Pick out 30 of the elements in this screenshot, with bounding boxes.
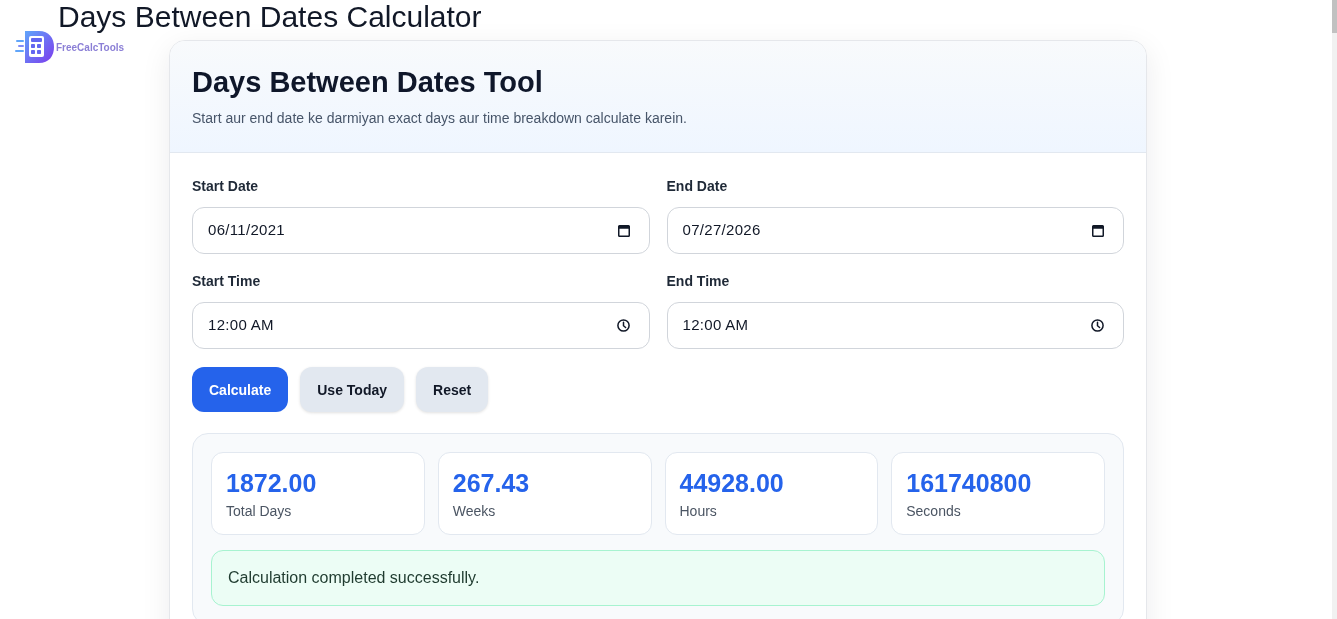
date-field[interactable]: 07/27/2026 bbox=[666, 207, 1124, 254]
stat-value: 267.43 bbox=[452, 468, 531, 498]
clock-icon[interactable] bbox=[616, 319, 630, 332]
secondary-button[interactable]: Use Today bbox=[300, 367, 404, 412]
stat-value: 44928.00 bbox=[679, 468, 785, 498]
field-label: End Time bbox=[666, 272, 731, 291]
stat-label: Total Days bbox=[226, 502, 293, 521]
success-message: Calculation completed successfully. bbox=[211, 550, 1105, 606]
calculator-logo-icon[interactable] bbox=[15, 30, 55, 64]
stat-label: Weeks bbox=[452, 502, 497, 521]
card-title: Days Between Dates Tool bbox=[192, 65, 544, 99]
calculate-button[interactable]: Calculate bbox=[192, 367, 289, 412]
card-subtitle: Start aur end date ke darmiyan exact days aur time breakdown calculate karein. bbox=[192, 109, 688, 128]
clock-icon[interactable] bbox=[1091, 319, 1104, 332]
scrollbar-track[interactable] bbox=[1332, 0, 1337, 619]
field-label: End Date bbox=[666, 177, 729, 196]
stat-value: 161740800 bbox=[906, 468, 1033, 498]
secondary-button[interactable]: Reset bbox=[416, 367, 489, 412]
time-field[interactable]: 12:00 AM bbox=[666, 302, 1124, 349]
stat-label: Seconds bbox=[906, 502, 962, 521]
time-field[interactable]: 12:00 AM bbox=[192, 302, 650, 349]
scrollbar-thumb[interactable] bbox=[1332, 0, 1337, 33]
field-label: Start Date bbox=[192, 177, 260, 196]
date-field[interactable]: 06/11/2021 bbox=[192, 207, 650, 254]
stat-value: 1872.00 bbox=[226, 468, 318, 498]
field-label: Start Time bbox=[192, 272, 262, 291]
stat-label: Hours bbox=[679, 502, 718, 521]
calendar-icon[interactable] bbox=[1092, 224, 1104, 237]
calendar-icon[interactable] bbox=[617, 224, 630, 237]
page-title: Days Between Dates Calculator bbox=[57, 0, 483, 34]
